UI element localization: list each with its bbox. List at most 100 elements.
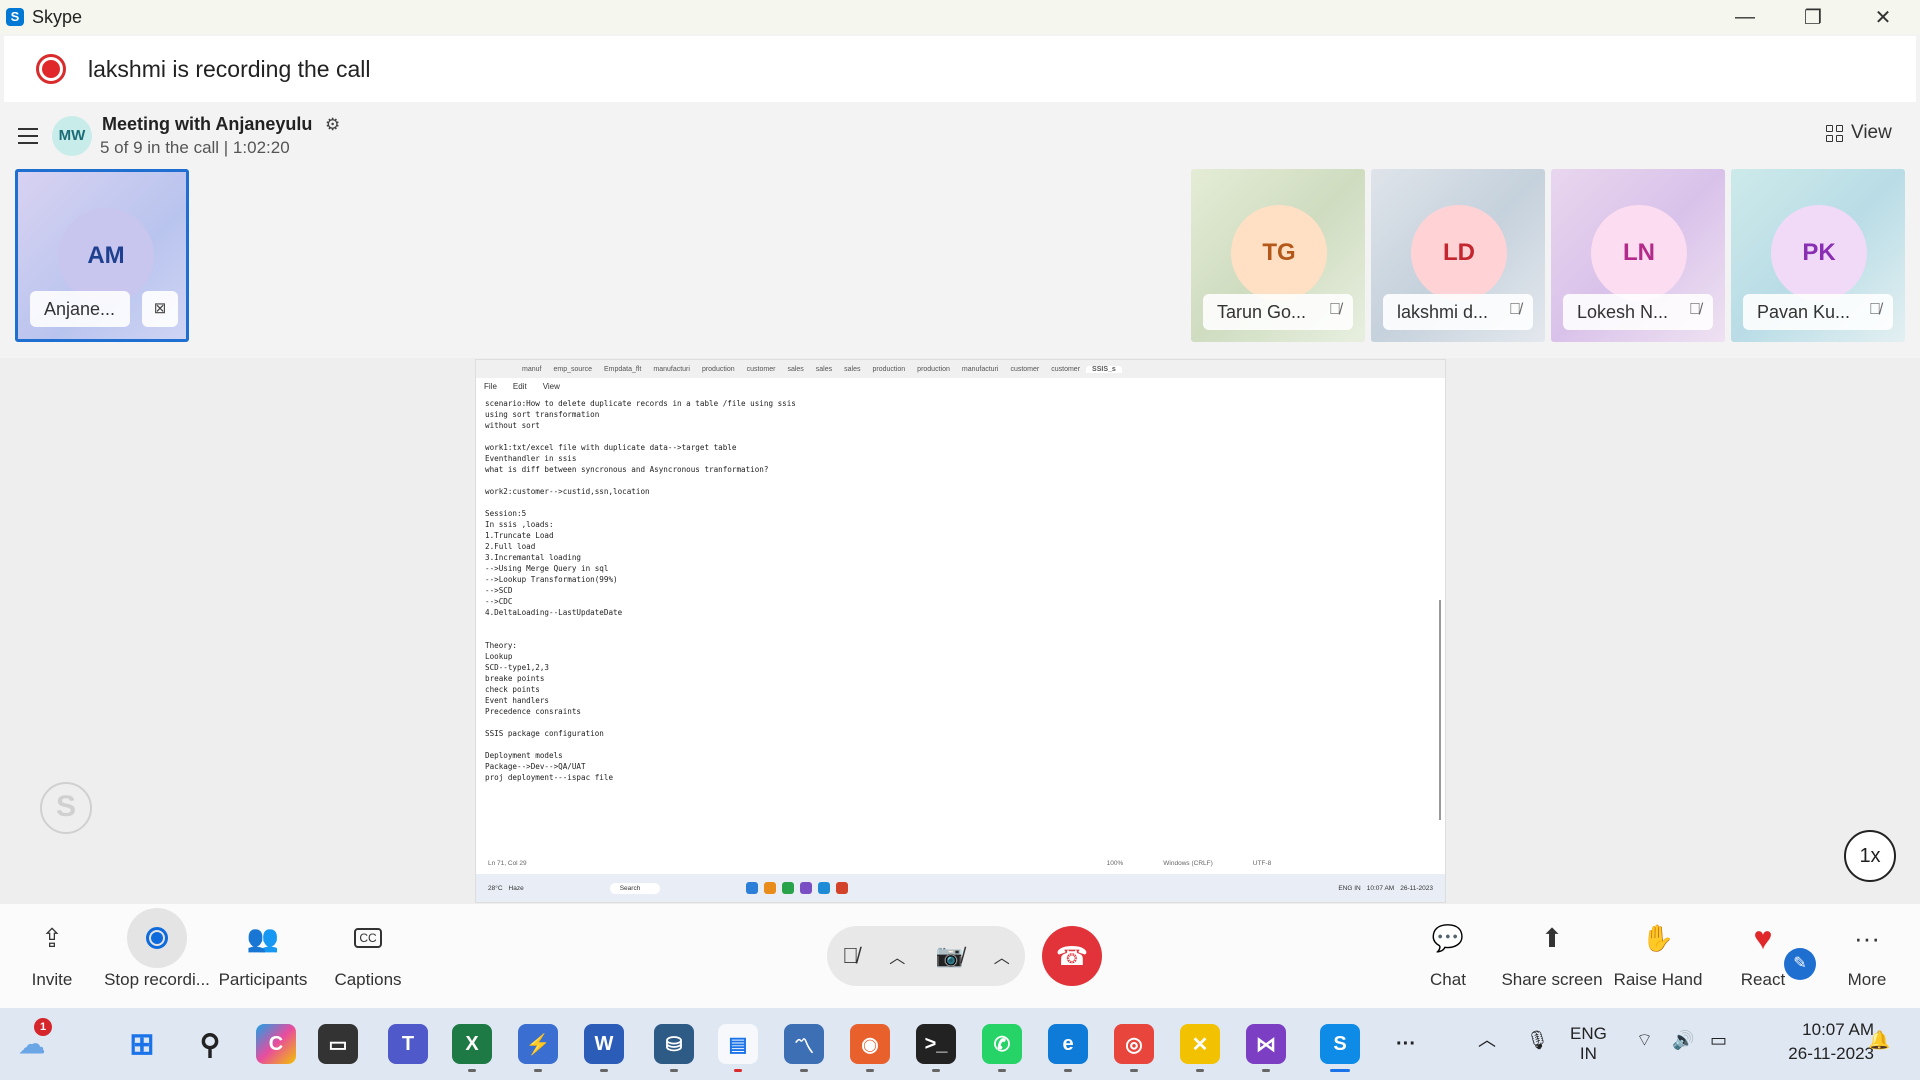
close-button[interactable]: ✕ <box>1848 0 1918 34</box>
shared-app-icon <box>782 882 795 894</box>
mic-muted-icon[interactable]: 🎙̸ <box>842 943 859 969</box>
meeting-avatar[interactable]: MW <box>52 116 92 156</box>
sql-server-icon[interactable]: ⛁ <box>654 1024 694 1072</box>
more-button[interactable]: ··· More <box>1842 912 1892 990</box>
excel-icon[interactable]: X <box>452 1024 492 1072</box>
menu-icon[interactable] <box>18 128 38 144</box>
task-view-icon[interactable]: ▭ <box>318 1024 358 1064</box>
copilot-icon[interactable]: C <box>256 1024 296 1064</box>
participant-tile[interactable]: TG Tarun Go... 🎙̸ <box>1191 169 1365 342</box>
battery-icon[interactable]: ▭ <box>1710 1030 1727 1050</box>
recording-banner: lakshmi is recording the call <box>4 36 1916 102</box>
share-screen-button[interactable]: ⬆ Share screen <box>1500 912 1604 990</box>
playback-speed-button[interactable]: 1x <box>1844 830 1896 882</box>
wifi-icon[interactable]: ⌔ <box>1636 1030 1653 1050</box>
participant-name: lakshmi d... <box>1397 301 1489 322</box>
video-options-chevron-icon[interactable]: ︿ <box>994 944 1010 968</box>
shared-tab: manuf <box>522 365 542 373</box>
restore-button[interactable]: ❐ <box>1778 0 1848 34</box>
chrome-icon[interactable]: ◎ <box>1114 1024 1154 1072</box>
raise-hand-button[interactable]: ✋ Raise Hand <box>1612 912 1704 990</box>
recording-banner-text: lakshmi is recording the call <box>88 55 371 82</box>
overflow-dots-icon[interactable]: ··· <box>1386 1024 1426 1064</box>
settings-gear-icon[interactable]: ⚙ <box>325 115 340 135</box>
video-off-icon[interactable]: 📷̸ <box>936 943 963 969</box>
microphone-tray-icon[interactable]: 🎙 <box>1526 1030 1549 1050</box>
pencil-edit-icon[interactable]: ✎ <box>1784 948 1816 980</box>
vs-installer-icon[interactable]: ✕ <box>1180 1024 1220 1072</box>
shared-notepad-text: scenario:How to delete duplicate records… <box>485 399 796 782</box>
shared-tab: customer <box>1051 365 1081 373</box>
shared-tab: customer <box>1010 365 1040 373</box>
participant-name: Anjane... <box>44 298 116 319</box>
notification-bell-icon[interactable]: 🔔 <box>1868 1030 1890 1050</box>
shared-status-bar: Ln 71, Col 29 100% Windows (CRLF) UTF-8 <box>476 858 1445 872</box>
terminal-icon[interactable]: >_ <box>916 1024 956 1072</box>
participant-tile[interactable]: LD lakshmi d... 🎙̸ <box>1371 169 1545 342</box>
firefox-icon[interactable]: ◉ <box>850 1024 890 1072</box>
whatsapp-icon[interactable]: ✆ <box>982 1024 1022 1072</box>
shared-status-item: Windows (CRLF) <box>1163 860 1213 867</box>
participants-label: Participants <box>218 970 308 989</box>
language-indicator[interactable]: ENG IN <box>1570 1024 1607 1064</box>
mic-options-chevron-icon[interactable]: ︿ <box>889 944 905 968</box>
notification-count-badge: 1 <box>34 1018 52 1036</box>
chat-button[interactable]: 💬 Chat <box>1418 912 1478 990</box>
call-controls-bar: ⇪ Invite Stop recordi... 👥 Participants … <box>0 904 1920 1008</box>
chat-label: Chat <box>1430 970 1466 989</box>
word-icon[interactable]: W <box>584 1024 624 1072</box>
teams-icon[interactable]: T <box>388 1024 428 1064</box>
clock-time: 10:07 AM <box>1802 1020 1874 1039</box>
people-icon: 👥 <box>246 922 280 953</box>
meeting-title[interactable]: Meeting with Anjaneyulu <box>102 114 312 135</box>
shared-tab: sales <box>787 365 804 373</box>
notepad-icon[interactable]: ▤ <box>718 1024 758 1072</box>
window-title: Skype <box>32 6 83 27</box>
shared-tab: emp_source <box>553 365 592 373</box>
participant-nameplate: Tarun Go... 🎙̸ <box>1203 294 1353 330</box>
shared-status-item: 100% <box>1106 860 1124 867</box>
shared-app-icon <box>746 882 759 894</box>
shared-windows-taskbar: 28°C Haze Search ENG IN 10:07 AM 26-11-2… <box>476 874 1445 902</box>
show-hidden-icons-chevron-icon[interactable]: ︿ <box>1478 1030 1496 1050</box>
participants-button[interactable]: 👥 Participants <box>218 912 308 990</box>
react-button[interactable]: ♥ React <box>1738 912 1788 990</box>
search-icon[interactable]: ⚲ <box>190 1024 230 1064</box>
stop-recording-label: Stop recordi... <box>104 970 210 989</box>
performance-monitor-icon[interactable]: 〽 <box>784 1024 824 1072</box>
screen-share-icon[interactable]: ⊠ <box>142 291 178 327</box>
skype-logo-icon: S <box>6 8 24 26</box>
participant-tile[interactable]: AM Anjane... ⊠ <box>15 169 189 342</box>
captions-label: Captions <box>334 970 402 989</box>
captions-button[interactable]: CC Captions <box>328 912 408 990</box>
edge-icon[interactable]: e <box>1048 1024 1088 1072</box>
stop-recording-button[interactable]: Stop recordi... <box>102 908 212 990</box>
invite-button[interactable]: ⇪ Invite <box>22 912 82 990</box>
captions-icon: CC <box>328 912 408 964</box>
windows-start-icon[interactable]: ⊞ <box>122 1024 162 1064</box>
visual-studio-icon[interactable]: ⋈ <box>1246 1024 1286 1072</box>
view-button[interactable]: View <box>1826 122 1892 144</box>
power-automate-icon[interactable]: ⚡ <box>518 1024 558 1072</box>
shared-tab: Empdata_flt <box>604 365 642 373</box>
participant-avatar: AM <box>58 208 154 304</box>
minimize-button[interactable]: — <box>1710 0 1780 34</box>
participant-tile[interactable]: PK Pavan Ku... 🎙̸ <box>1731 169 1905 342</box>
region-code: IN <box>1579 1044 1597 1063</box>
clock[interactable]: 10:07 AM 26-11-2023 <box>1754 1020 1874 1064</box>
clock-date: 26-11-2023 <box>1788 1044 1874 1063</box>
more-label: More <box>1847 970 1887 989</box>
language-code: ENG <box>1570 1024 1607 1043</box>
shared-tab: manufacturi <box>653 365 690 373</box>
participant-nameplate: Pavan Ku... 🎙̸ <box>1743 294 1893 330</box>
hand-icon: ✋ <box>1641 922 1675 953</box>
participant-tile[interactable]: LN Lokesh N... 🎙̸ <box>1551 169 1725 342</box>
hang-up-button[interactable]: ☎ <box>1042 926 1102 986</box>
skype-taskbar-icon[interactable]: S <box>1320 1024 1360 1072</box>
muted-mic-icon: 🎙̸ <box>1689 301 1701 318</box>
heart-icon: ♥ <box>1753 919 1773 956</box>
meeting-subtitle: 5 of 9 in the call | 1:02:20 <box>100 138 290 157</box>
shared-tab: production <box>872 365 906 373</box>
volume-icon[interactable]: 🔊 <box>1672 1030 1694 1050</box>
shared-lang: ENG IN <box>1338 884 1361 892</box>
